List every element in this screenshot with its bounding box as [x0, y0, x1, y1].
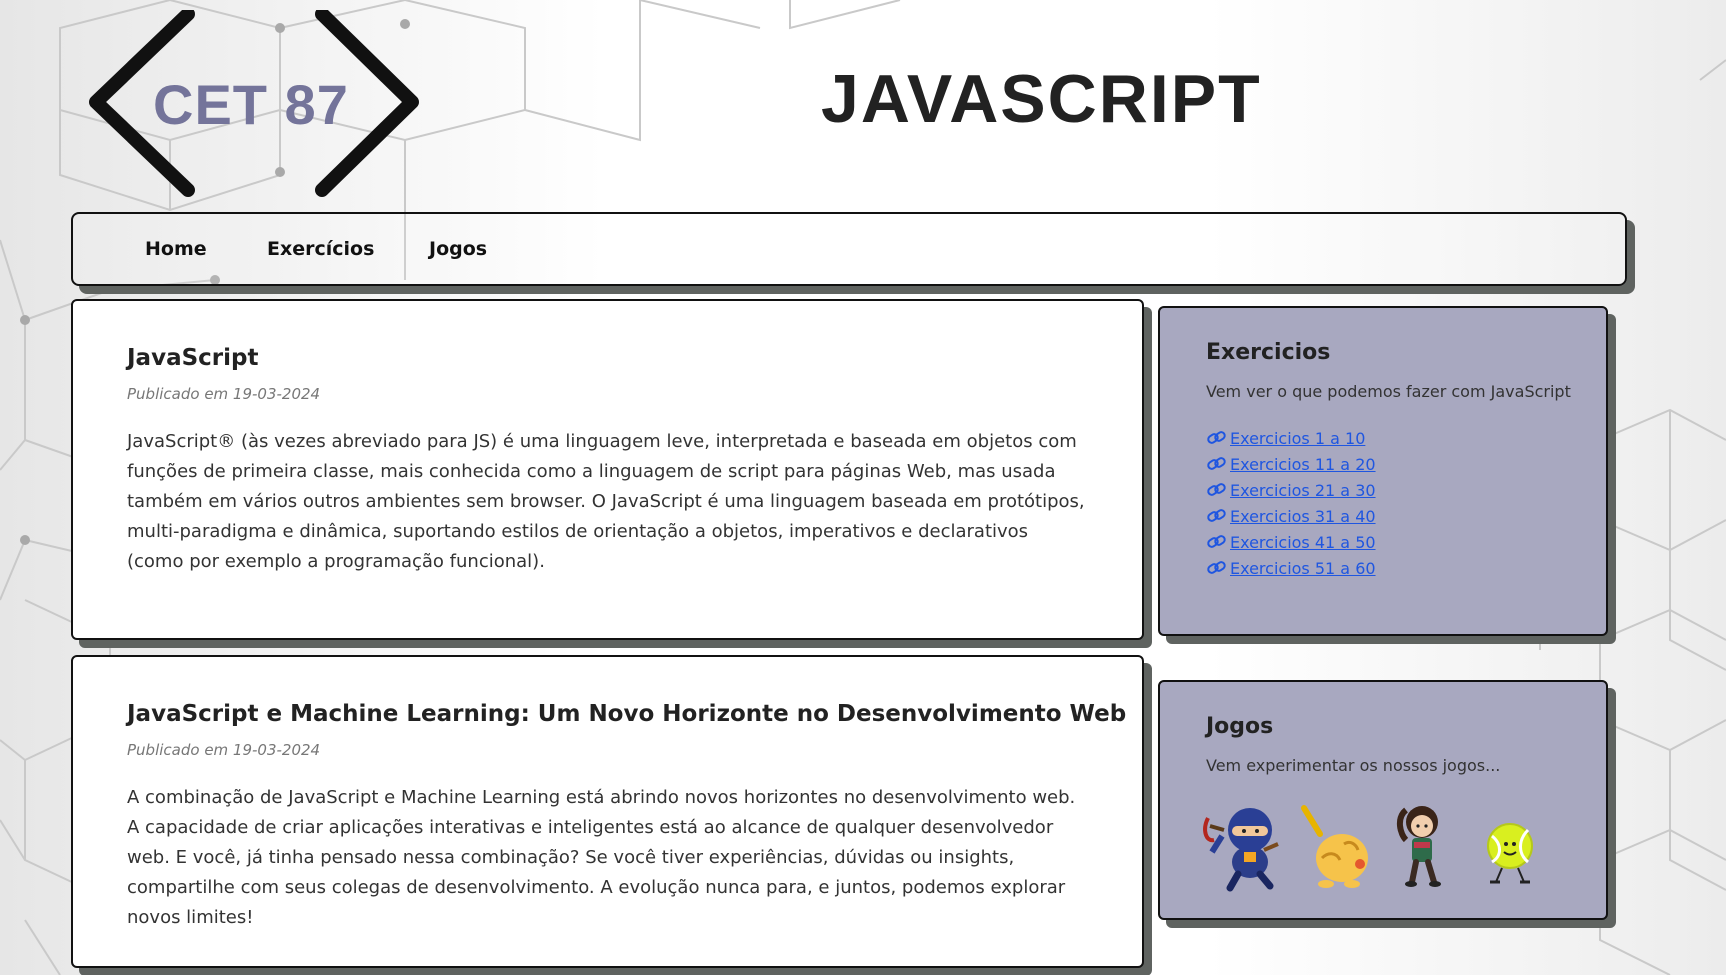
logo[interactable]: CET 87: [88, 10, 424, 200]
logo-text: CET 87: [153, 73, 349, 136]
exercise-link-51-60[interactable]: Exercicios 51 a 60: [1206, 559, 1376, 578]
sidebar-jogos: Jogos Vem experimentar os nossos jogos..…: [1158, 680, 1608, 920]
post-title: JavaScript e Machine Learning: Um Novo H…: [127, 701, 1127, 727]
exercise-link-11-20[interactable]: Exercicios 11 a 20: [1206, 455, 1376, 474]
list-item: Exercicios 1 a 10: [1206, 425, 1376, 451]
post-title: JavaScript: [127, 345, 259, 371]
post-date: Publicado em 19-03-2024: [127, 741, 321, 759]
exercise-link-31-40[interactable]: Exercicios 31 a 40: [1206, 507, 1376, 526]
post-body: JavaScript® (às vezes abreviado para JS)…: [127, 431, 1085, 572]
list-item: Exercicios 51 a 60: [1206, 555, 1376, 581]
post-card: JavaScript e Machine Learning: Um Novo H…: [71, 655, 1144, 968]
post-body: A combinação de JavaScript e Machine Lea…: [127, 787, 1076, 928]
sidebar-description: Vem experimentar os nossos jogos...: [1206, 756, 1501, 775]
nav-home[interactable]: Home: [145, 238, 207, 260]
girl-character-game-icon[interactable]: [1386, 800, 1458, 892]
pikachu-game-icon[interactable]: [1298, 800, 1380, 892]
main-navbar: Home Exercícios Jogos: [71, 212, 1627, 286]
nav-jogos[interactable]: Jogos: [429, 238, 487, 260]
list-item: Exercicios 11 a 20: [1206, 451, 1376, 477]
sidebar-description: Vem ver o que podemos fazer com JavaScri…: [1206, 382, 1571, 401]
link-icon: [1206, 508, 1228, 524]
nav-exercicios[interactable]: Exercícios: [267, 238, 374, 260]
link-icon: [1206, 430, 1228, 446]
list-item: Exercicios 41 a 50: [1206, 529, 1376, 555]
list-item: Exercicios 31 a 40: [1206, 503, 1376, 529]
exercise-link-list: Exercicios 1 a 10 Exercicios 11 a 20 Exe…: [1206, 425, 1376, 581]
ninja-game-icon[interactable]: [1200, 800, 1292, 892]
exercise-link-1-10[interactable]: Exercicios 1 a 10: [1206, 429, 1365, 448]
tennis-ball-game-icon[interactable]: [1480, 800, 1538, 892]
games-icon-row: [1200, 800, 1533, 892]
page-title: JAVASCRIPT: [821, 61, 1262, 137]
link-icon: [1206, 456, 1228, 472]
exercise-link-21-30[interactable]: Exercicios 21 a 30: [1206, 481, 1376, 500]
sidebar-title: Jogos: [1206, 714, 1274, 739]
sidebar-exercicios: Exercicios Vem ver o que podemos fazer c…: [1158, 306, 1608, 636]
sidebar-title: Exercicios: [1206, 340, 1331, 365]
post-card: JavaScript Publicado em 19-03-2024 JavaS…: [71, 299, 1144, 640]
link-icon: [1206, 482, 1228, 498]
post-date: Publicado em 19-03-2024: [127, 385, 321, 403]
link-icon: [1206, 534, 1228, 550]
list-item: Exercicios 21 a 30: [1206, 477, 1376, 503]
exercise-link-41-50[interactable]: Exercicios 41 a 50: [1206, 533, 1376, 552]
link-icon: [1206, 560, 1228, 576]
